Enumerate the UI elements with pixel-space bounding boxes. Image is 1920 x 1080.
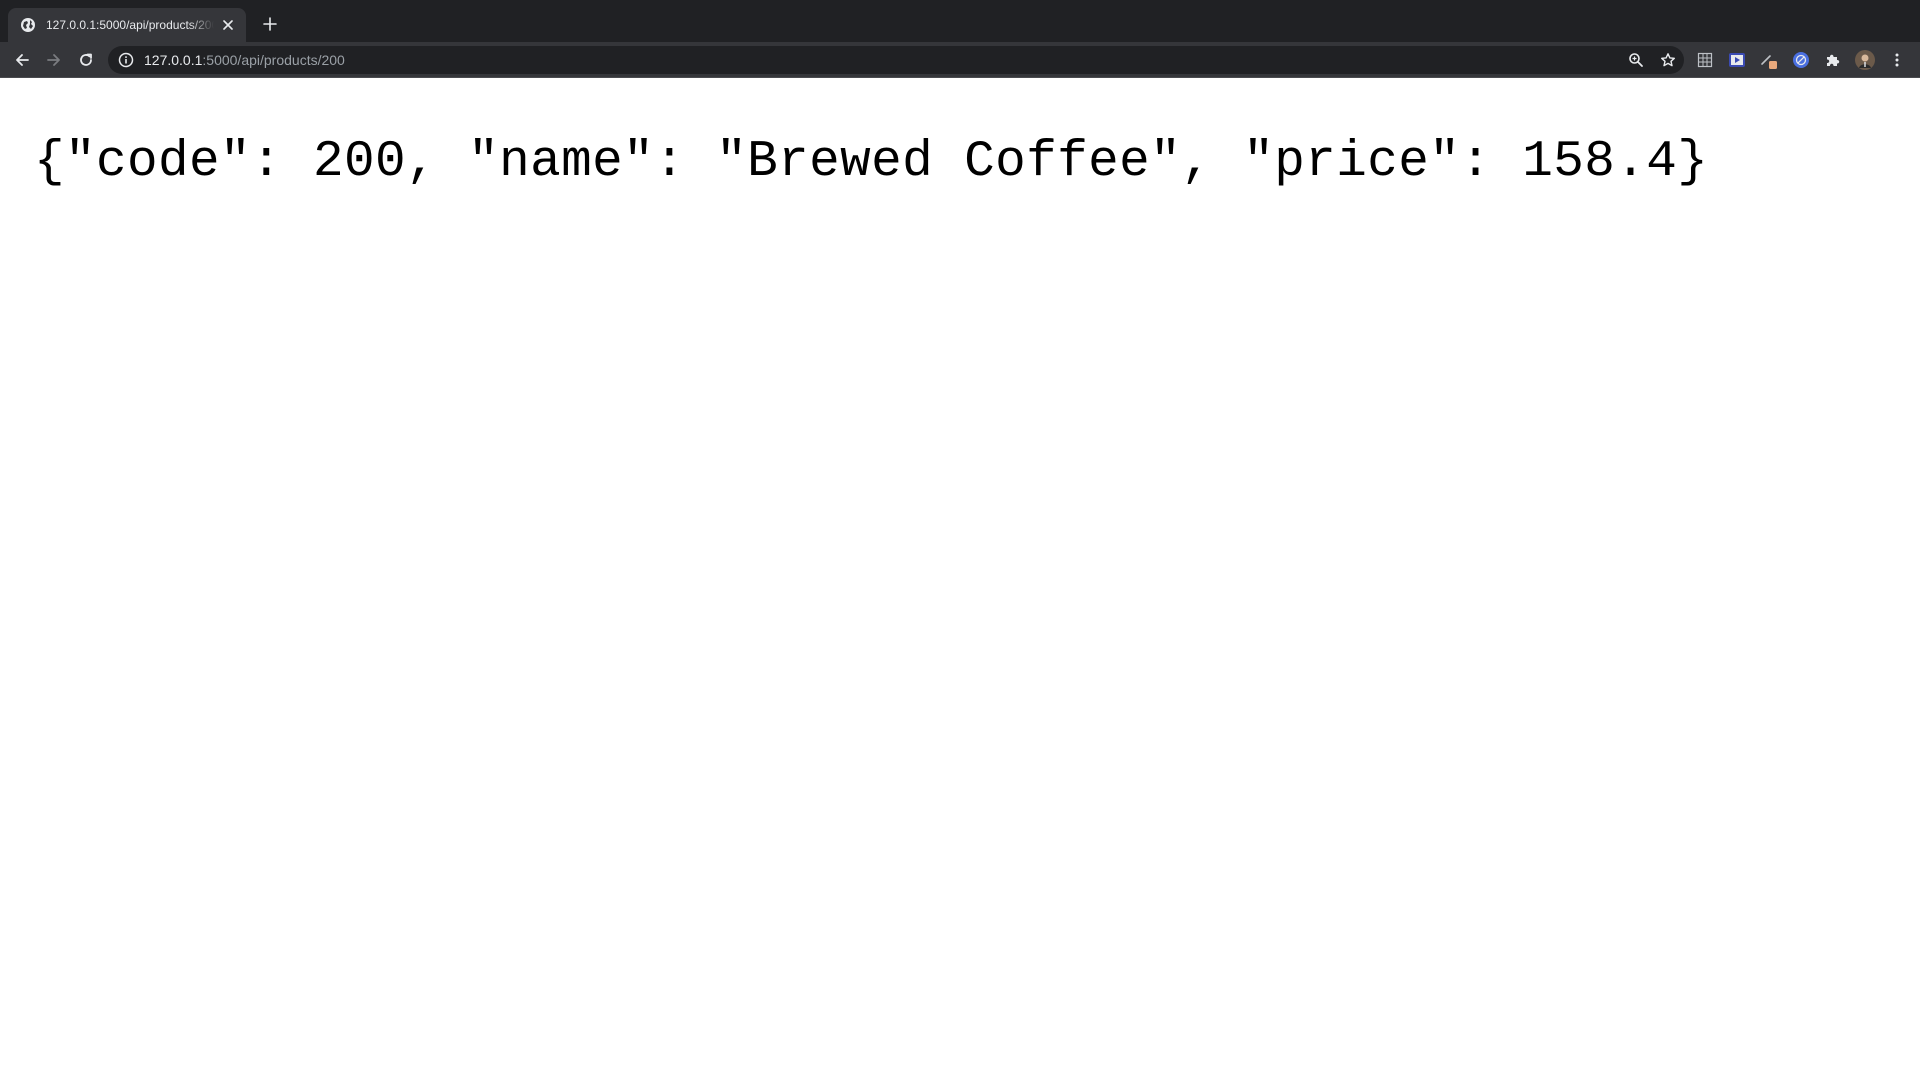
url-path: :5000/api/products/200: [202, 52, 345, 68]
arrow-left-icon: [16, 54, 29, 66]
grid-extension-icon[interactable]: [1695, 50, 1715, 70]
plus-icon: [263, 17, 277, 31]
close-tab-icon[interactable]: [220, 17, 236, 33]
reload-button[interactable]: [74, 48, 98, 72]
star-icon[interactable]: [1658, 50, 1678, 70]
kebab-menu-icon[interactable]: [1887, 50, 1907, 70]
tab-title: 127.0.0.1:5000/api/products/200: [46, 18, 214, 32]
page-content: {"code": 200, "name": "Brewed Coffee", "…: [0, 78, 1920, 1080]
address-bar-actions: [1614, 50, 1678, 70]
back-button[interactable]: [10, 48, 34, 72]
address-bar[interactable]: 127.0.0.1:5000/api/products/200: [108, 46, 1684, 74]
pen-extension-icon[interactable]: [1759, 50, 1779, 70]
screen-capture-extension-icon[interactable]: [1727, 50, 1747, 70]
new-tab-button[interactable]: [260, 14, 280, 34]
zoom-icon[interactable]: [1626, 50, 1646, 70]
url-host: 127.0.0.1: [144, 52, 203, 68]
blocker-extension-icon[interactable]: [1791, 50, 1811, 70]
reload-icon: [80, 53, 92, 66]
profile-avatar[interactable]: [1855, 50, 1875, 70]
arrow-right-icon: [47, 54, 60, 66]
browser-tab[interactable]: 127.0.0.1:5000/api/products/200: [8, 8, 246, 42]
globe-icon: [20, 17, 36, 33]
tab-strip: 127.0.0.1:5000/api/products/200: [0, 0, 1920, 42]
browser-toolbar: 127.0.0.1:5000/api/products/200: [0, 42, 1920, 78]
puzzle-icon[interactable]: [1823, 50, 1843, 70]
address-url[interactable]: 127.0.0.1:5000/api/products/200: [144, 52, 345, 68]
json-response-text: {"code": 200, "name": "Brewed Coffee", "…: [34, 134, 1709, 191]
info-icon[interactable]: [118, 52, 134, 68]
forward-button[interactable]: [42, 48, 66, 72]
